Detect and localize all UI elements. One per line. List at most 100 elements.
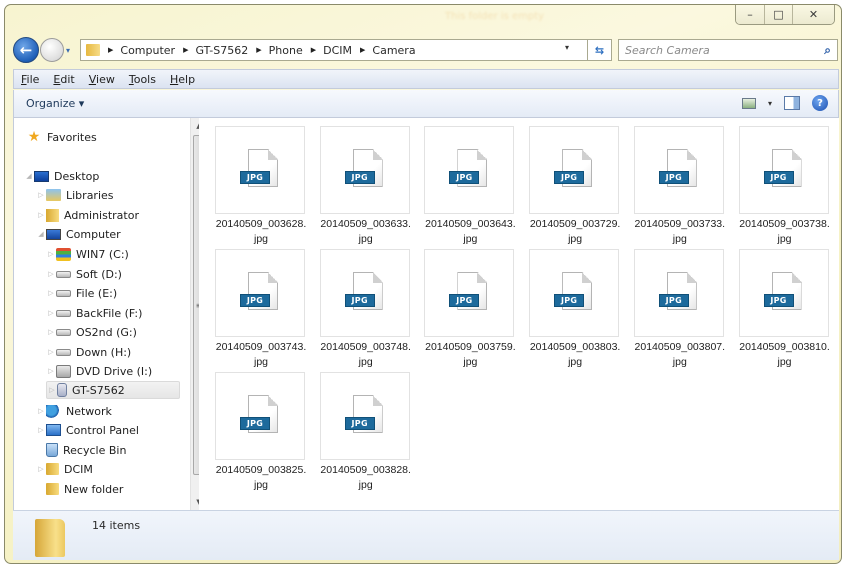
expand-arrow-icon[interactable]: ▷ xyxy=(36,426,46,434)
expand-arrow-icon[interactable]: ▷ xyxy=(46,250,56,258)
sidebar-item-backfile-f[interactable]: ▷ BackFile (F:) xyxy=(46,304,142,322)
file-item[interactable]: JPG 20140509_003738. jpg xyxy=(727,122,833,245)
file-item[interactable]: JPG 20140509_003828. jpg xyxy=(308,368,414,491)
file-name[interactable]: 20140509_003628. jpg xyxy=(203,217,319,247)
expand-arrow-icon[interactable]: ▷ xyxy=(36,211,46,219)
file-name[interactable]: 20140509_003748. jpg xyxy=(308,340,424,370)
file-name[interactable]: 20140509_003828. jpg xyxy=(308,463,424,493)
breadcrumb-chevron-icon[interactable]: ▶ xyxy=(360,46,365,54)
breadcrumb-chevron-icon[interactable]: ▶ xyxy=(183,46,188,54)
menu-tools[interactable]: Tools xyxy=(129,73,156,86)
file-item[interactable]: JPG 20140509_003633. jpg xyxy=(308,122,414,245)
search-icon[interactable]: ⌕ xyxy=(824,43,831,58)
file-name[interactable]: 20140509_003803. jpg xyxy=(517,340,633,370)
sidebar-item-file-e[interactable]: ▷ File (E:) xyxy=(46,284,117,302)
minimize-button[interactable]: – xyxy=(736,5,764,24)
expand-arrow-icon[interactable]: ▷ xyxy=(46,270,56,278)
file-thumbnail[interactable]: JPG xyxy=(424,249,515,337)
sidebar-item-libraries[interactable]: ▷ Libraries xyxy=(36,186,113,204)
file-name[interactable]: 20140509_003643. jpg xyxy=(412,217,528,247)
file-item[interactable]: JPG 20140509_003759. jpg xyxy=(412,245,518,368)
breadcrumb-item[interactable]: ▶ GT-S7562 xyxy=(175,44,248,57)
file-item[interactable]: JPG 20140509_003643. jpg xyxy=(412,122,518,245)
file-item[interactable]: JPG 20140509_003748. jpg xyxy=(308,245,414,368)
sidebar-item-new-folder[interactable]: New folder xyxy=(36,480,123,498)
breadcrumb-chevron-icon[interactable]: ▶ xyxy=(256,46,261,54)
view-options-dropdown[interactable]: ▾ xyxy=(768,99,772,108)
sidebar-item-computer[interactable]: ◢ Computer xyxy=(36,225,120,243)
expand-arrow-icon[interactable]: ▷ xyxy=(46,289,56,297)
file-item[interactable]: JPG 20140509_003803. jpg xyxy=(517,245,623,368)
recent-pages-dropdown[interactable]: ▾ xyxy=(66,46,76,55)
file-thumbnail[interactable]: JPG xyxy=(424,126,515,214)
breadcrumb-item[interactable]: ▶ DCIM xyxy=(303,44,352,57)
expand-arrow-icon[interactable]: ▷ xyxy=(46,309,56,317)
file-name[interactable]: 20140509_003807. jpg xyxy=(622,340,738,370)
file-name[interactable]: 20140509_003825. jpg xyxy=(203,463,319,493)
address-bar[interactable]: ▶ Computer ▶ GT-S7562 ▶ Phone ▶ DCIM ▶ Camera ▾ xyxy=(80,39,588,61)
menu-help[interactable]: Help xyxy=(170,73,195,86)
breadcrumb-chevron-icon[interactable]: ▶ xyxy=(108,46,113,54)
sidebar-item-desktop[interactable]: ◢ Desktop xyxy=(24,167,99,185)
change-view-icon[interactable] xyxy=(741,97,756,109)
forward-button[interactable] xyxy=(40,38,64,62)
file-name[interactable]: 20140509_003729. jpg xyxy=(517,217,633,247)
preview-pane-icon[interactable] xyxy=(784,96,800,110)
file-name[interactable]: 20140509_003738. jpg xyxy=(727,217,842,247)
sidebar-item-recycle-bin[interactable]: Recycle Bin xyxy=(36,441,126,459)
file-thumbnail[interactable]: JPG xyxy=(215,126,305,214)
file-thumbnail[interactable]: JPG xyxy=(215,249,305,337)
file-thumbnail[interactable]: JPG xyxy=(738,126,829,214)
sidebar-item-dvd-drive-i[interactable]: ▷ DVD Drive (I:) xyxy=(46,362,152,380)
back-button[interactable]: ← xyxy=(13,37,39,63)
file-thumbnail[interactable]: JPG xyxy=(319,126,410,214)
expand-arrow-icon[interactable]: ▷ xyxy=(36,465,46,473)
file-item[interactable]: JPG 20140509_003729. jpg xyxy=(517,122,623,245)
sidebar-item-favorites[interactable]: ★ Favorites xyxy=(26,128,97,146)
breadcrumb-item[interactable]: ▶ Camera xyxy=(352,44,416,57)
expand-arrow-icon[interactable]: ▷ xyxy=(47,386,57,394)
menu-file[interactable]: File xyxy=(21,73,39,86)
menu-edit[interactable]: Edit xyxy=(53,73,74,86)
maximize-button[interactable]: □ xyxy=(764,5,792,24)
file-name[interactable]: 20140509_003733. jpg xyxy=(622,217,738,247)
sidebar-item-down-h[interactable]: ▷ Down (H:) xyxy=(46,343,131,361)
sidebar-item-dcim[interactable]: ▷ DCIM xyxy=(36,460,93,478)
expand-arrow-icon[interactable]: ▷ xyxy=(36,407,46,415)
search-input[interactable]: Search Camera ⌕ xyxy=(618,39,838,61)
sidebar-item-soft-d[interactable]: ▷ Soft (D:) xyxy=(46,265,122,283)
breadcrumb-item[interactable]: ▶ Computer xyxy=(100,44,175,57)
breadcrumb-chevron-icon[interactable]: ▶ xyxy=(311,46,316,54)
help-icon[interactable]: ? xyxy=(812,95,828,111)
file-item[interactable]: JPG 20140509_003825. jpg xyxy=(203,368,309,491)
file-item[interactable]: JPG 20140509_003807. jpg xyxy=(622,245,728,368)
file-thumbnail[interactable]: JPG xyxy=(738,249,829,337)
expand-arrow-icon[interactable]: ▷ xyxy=(36,191,46,199)
file-thumbnail[interactable]: JPG xyxy=(215,372,305,460)
refresh-button[interactable]: ⇆ xyxy=(588,39,612,61)
menu-view[interactable]: View xyxy=(89,73,115,86)
file-name[interactable]: 20140509_003759. jpg xyxy=(412,340,528,370)
file-thumbnail[interactable]: JPG xyxy=(633,126,724,214)
file-item[interactable]: JPG 20140509_003743. jpg xyxy=(203,245,309,368)
sidebar-item-network[interactable]: ▷ Network xyxy=(36,402,112,420)
sidebar-item-administrator[interactable]: ▷ Administrator xyxy=(36,206,139,224)
file-name[interactable]: 20140509_003810. jpg xyxy=(727,340,842,370)
close-button[interactable]: ✕ xyxy=(792,5,834,24)
file-name[interactable]: 20140509_003743. jpg xyxy=(203,340,319,370)
organize-button[interactable]: Organize ▾ xyxy=(26,97,84,110)
sidebar-item-win7-c[interactable]: ▷ WIN7 (C:) xyxy=(46,245,129,263)
file-item[interactable]: JPG 20140509_003810. jpg xyxy=(727,245,833,368)
sidebar-item-control-panel[interactable]: ▷ Control Panel xyxy=(36,421,139,439)
file-thumbnail[interactable]: JPG xyxy=(529,126,620,214)
breadcrumb-item[interactable]: ▶ Phone xyxy=(248,44,302,57)
file-item[interactable]: JPG 20140509_003628. jpg xyxy=(203,122,309,245)
expand-arrow-icon[interactable]: ◢ xyxy=(36,230,46,238)
address-dropdown-icon[interactable]: ▾ xyxy=(565,43,569,52)
file-thumbnail[interactable]: JPG xyxy=(633,249,724,337)
file-thumbnail[interactable]: JPG xyxy=(529,249,620,337)
file-thumbnail[interactable]: JPG xyxy=(319,249,410,337)
expand-arrow-icon[interactable]: ◢ xyxy=(24,172,34,180)
file-name[interactable]: 20140509_003633. jpg xyxy=(308,217,424,247)
expand-arrow-icon[interactable]: ▷ xyxy=(46,367,56,375)
